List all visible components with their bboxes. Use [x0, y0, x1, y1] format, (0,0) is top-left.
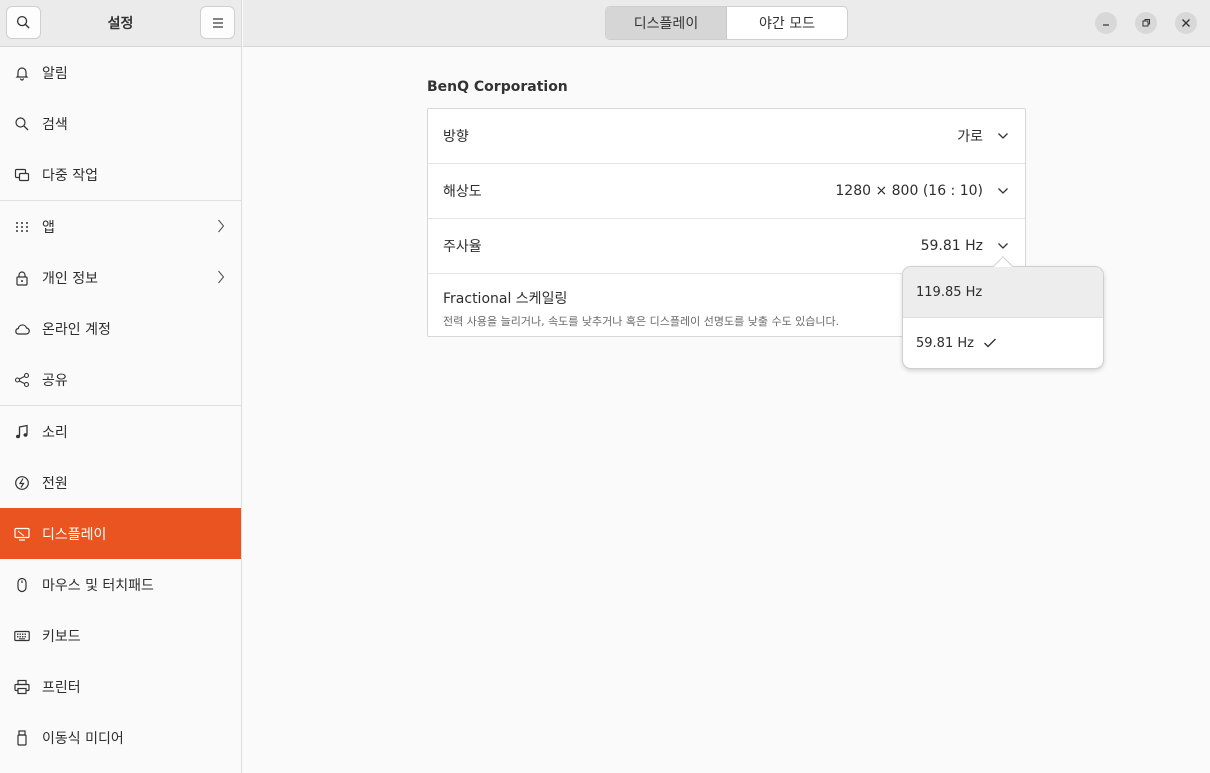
close-button[interactable] — [1175, 12, 1197, 34]
sidebar-item-printers[interactable]: 프린터 — [0, 661, 241, 712]
sidebar: 설정 알림 검색 다중 작업 앱 개인 정보 온라인 계정 공유 소리 전원 디… — [0, 0, 242, 773]
printer-icon — [14, 679, 30, 695]
search-icon — [16, 15, 30, 29]
sidebar-group-3: 소리 전원 디스플레이 마우스 및 터치패드 키보드 프린터 이동식 미디어 — [0, 406, 241, 763]
sidebar-item-search[interactable]: 검색 — [0, 98, 241, 149]
sidebar-item-label: 프린터 — [42, 679, 81, 696]
minimize-icon — [1103, 24, 1109, 26]
refresh-option-119[interactable]: 119.85 Hz — [903, 267, 1103, 318]
refresh-rate-label: 주사율 — [443, 239, 482, 255]
chevron-right-icon — [218, 270, 225, 284]
sidebar-item-label: 키보드 — [42, 628, 81, 645]
refresh-rate-popover: 119.85 Hz 59.81 Hz — [902, 256, 1104, 369]
maximize-button[interactable] — [1135, 12, 1157, 34]
sidebar-item-keyboard[interactable]: 키보드 — [0, 610, 241, 661]
sidebar-item-sharing[interactable]: 공유 — [0, 354, 241, 405]
monitor-name: BenQ Corporation — [427, 79, 568, 95]
cloud-icon — [14, 321, 30, 337]
sidebar-item-online-accounts[interactable]: 온라인 계정 — [0, 303, 241, 354]
sidebar-item-removable-media[interactable]: 이동식 미디어 — [0, 712, 241, 763]
checkmark-icon — [983, 338, 996, 348]
usb-icon — [14, 729, 30, 746]
restore-icon — [1142, 19, 1150, 27]
chevron-down-icon — [998, 243, 1008, 249]
refresh-option-label: 59.81 Hz — [916, 335, 974, 351]
sidebar-item-privacy[interactable]: 개인 정보 — [0, 252, 241, 303]
resolution-value: 1280 × 800 (16 : 10) — [835, 183, 983, 199]
refresh-option-label: 119.85 Hz — [916, 284, 983, 300]
sidebar-title: 설정 — [107, 16, 134, 32]
sidebar-header: 설정 — [0, 0, 241, 47]
view-switcher: 디스플레이 야간 모드 — [605, 6, 848, 40]
mouse-icon — [14, 577, 30, 593]
refresh-option-59[interactable]: 59.81 Hz — [903, 318, 1103, 368]
orientation-value: 가로 — [957, 129, 983, 145]
tab-displays[interactable]: 디스플레이 — [606, 7, 727, 39]
music-note-icon — [14, 424, 30, 440]
apps-grid-icon — [14, 219, 30, 235]
sidebar-item-displays[interactable]: 디스플레이 — [0, 508, 241, 559]
display-icon — [14, 526, 30, 542]
share-icon — [14, 372, 30, 388]
sidebar-item-label: 알림 — [42, 65, 68, 82]
sidebar-item-label: 디스플레이 — [42, 526, 107, 543]
power-icon — [14, 475, 30, 491]
lock-icon — [14, 270, 30, 286]
chevron-right-icon — [218, 219, 225, 233]
sidebar-item-label: 다중 작업 — [42, 167, 98, 184]
sidebar-item-label: 앱 — [42, 219, 55, 236]
sidebar-group-1: 알림 검색 다중 작업 — [0, 47, 241, 201]
bell-icon — [14, 65, 30, 81]
multitasking-icon — [14, 167, 30, 183]
sidebar-item-power[interactable]: 전원 — [0, 457, 241, 508]
header-bar: 디스플레이 야간 모드 — [243, 0, 1210, 47]
refresh-rate-value: 59.81 Hz — [920, 238, 983, 254]
search-button[interactable] — [6, 6, 41, 39]
chevron-down-icon — [998, 188, 1008, 194]
sidebar-item-multitasking[interactable]: 다중 작업 — [0, 149, 241, 200]
sidebar-item-label: 마우스 및 터치패드 — [42, 577, 154, 594]
resolution-label: 해상도 — [443, 184, 482, 200]
search-icon — [14, 116, 30, 132]
sidebar-item-sound[interactable]: 소리 — [0, 406, 241, 457]
orientation-label: 방향 — [443, 129, 469, 145]
chevron-down-icon — [998, 133, 1008, 139]
keyboard-icon — [14, 628, 30, 644]
sidebar-item-label: 이동식 미디어 — [42, 730, 124, 747]
orientation-row[interactable]: 방향 가로 — [428, 109, 1025, 164]
sidebar-item-label: 온라인 계정 — [42, 321, 111, 338]
sidebar-group-2: 앱 개인 정보 온라인 계정 공유 — [0, 201, 241, 406]
sidebar-item-label: 공유 — [42, 372, 68, 389]
sidebar-item-apps[interactable]: 앱 — [0, 201, 241, 252]
minimize-button[interactable] — [1095, 12, 1117, 34]
sidebar-item-notifications[interactable]: 알림 — [0, 47, 241, 98]
sidebar-item-mouse-touchpad[interactable]: 마우스 및 터치패드 — [0, 559, 241, 610]
sidebar-item-label: 전원 — [42, 475, 68, 492]
resolution-row[interactable]: 해상도 1280 × 800 (16 : 10) — [428, 164, 1025, 219]
tab-night-light[interactable]: 야간 모드 — [727, 7, 847, 39]
close-icon — [1182, 19, 1190, 27]
sidebar-item-label: 검색 — [42, 116, 68, 133]
hamburger-menu-icon — [212, 17, 223, 28]
sidebar-item-label: 개인 정보 — [42, 270, 98, 287]
sidebar-item-label: 소리 — [42, 424, 68, 441]
main-menu-button[interactable] — [200, 6, 235, 39]
